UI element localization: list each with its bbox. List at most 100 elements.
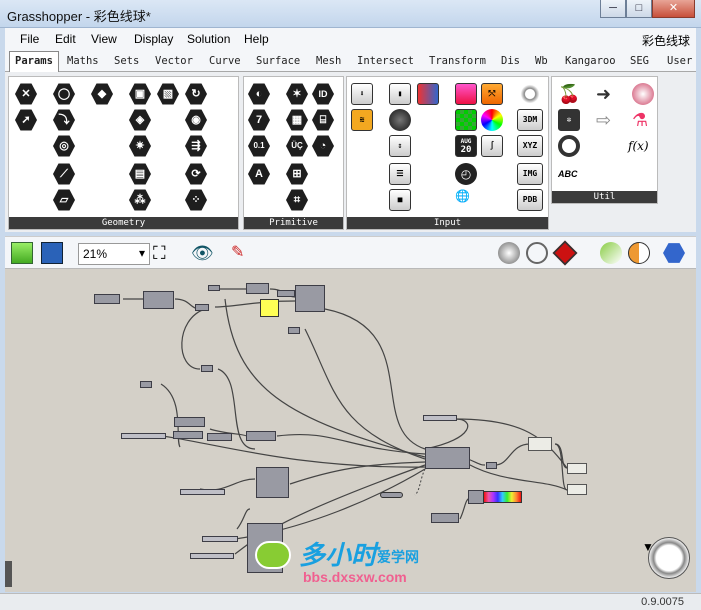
tab-curve[interactable]: Curve (209, 55, 241, 67)
value-list-icon[interactable]: ☰ (389, 163, 411, 185)
cycle-param-icon[interactable]: ⟳ (185, 163, 207, 185)
boolean-param-icon[interactable]: ◐ (248, 83, 270, 105)
tab-params[interactable]: Params (9, 51, 59, 73)
canvas-node[interactable] (246, 431, 276, 441)
mesh-point-param-icon[interactable]: ⁘ (185, 189, 207, 211)
matrix-param-icon[interactable]: ÜÇ (286, 135, 308, 157)
import-image-icon[interactable]: IMG (517, 163, 543, 185)
menu-display[interactable]: Display (134, 32, 173, 46)
pin-icon[interactable]: ▼ (642, 540, 654, 554)
tab-maths[interactable]: Maths (67, 55, 99, 67)
eye-icon[interactable]: 👁 (191, 242, 214, 264)
swatch-wheel-icon[interactable] (481, 109, 503, 131)
colour-wheel-icon[interactable]: 🌐 (455, 189, 477, 211)
geometry-param-icon[interactable]: ▤ (129, 163, 151, 185)
menu-edit[interactable]: Edit (55, 32, 76, 46)
time-param-icon[interactable]: ⌸ (312, 109, 334, 131)
import-pdb-icon[interactable]: PDB (517, 189, 543, 211)
canvas-node[interactable] (173, 431, 203, 439)
integer-param-icon[interactable]: 7 (248, 109, 270, 131)
preview-shaded-icon[interactable] (526, 242, 548, 264)
brep-param-icon[interactable]: ▣ (129, 83, 151, 105)
colour-swatch-icon[interactable] (455, 83, 477, 105)
flask-icon[interactable]: ⚗ (632, 109, 654, 131)
mesh-param-icon[interactable]: ✷ (129, 135, 151, 157)
number-param-icon[interactable]: 0.1 (248, 135, 270, 157)
graph-mapper-icon[interactable]: ≋ (351, 109, 373, 131)
tab-mesh[interactable]: Mesh (316, 55, 341, 67)
canvas-panel-node[interactable] (567, 484, 587, 495)
navigation-compass-icon[interactable] (648, 537, 690, 579)
spiral-param-icon[interactable]: ◉ (185, 109, 207, 131)
colour-picker-icon[interactable] (455, 109, 477, 131)
minimize-button[interactable]: ─ (600, 0, 626, 18)
preview-selected-icon[interactable] (552, 240, 578, 266)
button-icon[interactable] (389, 109, 411, 131)
gradient-input-icon[interactable] (417, 83, 439, 105)
canvas-node[interactable] (431, 513, 459, 523)
canvas-relay-node[interactable] (380, 492, 403, 498)
canvas-node[interactable] (195, 304, 209, 311)
line-param-icon[interactable]: ⟋ (53, 163, 75, 185)
menu-file[interactable]: File (20, 32, 39, 46)
box-param-icon[interactable]: ◆ (91, 83, 113, 105)
scrollbar-handle[interactable] (5, 561, 12, 587)
surface-param-icon[interactable]: ◈ (129, 109, 151, 131)
expression-icon[interactable]: f(x) (628, 135, 658, 157)
canvas-node[interactable] (277, 290, 295, 297)
tab-seg[interactable]: SEG (630, 55, 649, 67)
image-sampler-icon[interactable] (519, 83, 541, 105)
tab-wb[interactable]: Wb (535, 55, 548, 67)
maximize-button[interactable]: □ (626, 0, 652, 18)
relay-icon[interactable]: ➜ (596, 83, 618, 105)
colour-swatch-node[interactable] (260, 299, 279, 317)
toggle-icon[interactable]: ▮ (389, 83, 411, 105)
tab-transform[interactable]: Transform (429, 55, 486, 67)
menu-help[interactable]: Help (244, 32, 269, 46)
tab-sets[interactable]: Sets (114, 55, 139, 67)
tab-intersect[interactable]: Intersect (357, 55, 414, 67)
cherry-icon[interactable]: 🍒 (558, 83, 580, 105)
interval-param-icon[interactable]: ⊞ (286, 163, 308, 185)
colour-preview-icon[interactable] (628, 242, 650, 264)
shader-param-icon[interactable]: ⌗ (286, 189, 308, 211)
panel-input-label[interactable]: Input (347, 217, 548, 229)
canvas-node[interactable] (140, 381, 152, 388)
group-param-icon[interactable]: ⁂ (129, 189, 151, 211)
tab-kangaroo[interactable]: Kangaroo (565, 55, 616, 67)
field-param-icon[interactable]: ↻ (185, 83, 207, 105)
tab-vector[interactable]: Vector (155, 55, 193, 67)
canvas-node[interactable] (486, 462, 497, 469)
domain2-param-icon[interactable]: ▦ (286, 109, 308, 131)
canvas-slider-node[interactable] (202, 536, 238, 542)
function-graph-icon[interactable]: ∫ (481, 135, 503, 157)
galapagos-icon[interactable] (632, 83, 654, 105)
domain-param-icon[interactable]: ✶ (286, 83, 308, 105)
tab-surface[interactable]: Surface (256, 55, 300, 67)
calendar-icon[interactable]: AUG 20 (455, 135, 477, 157)
curve-param-icon[interactable]: ◎ (53, 135, 75, 157)
canvas-node[interactable] (256, 467, 289, 498)
canvas-panel-node[interactable] (528, 437, 552, 451)
canvas[interactable]: 多小时 爱学网 bbs.dxsxw.com ▼ (5, 269, 696, 592)
canvas-node[interactable] (174, 417, 205, 427)
canvas-node[interactable] (207, 433, 232, 441)
menu-solution[interactable]: Solution (187, 32, 230, 46)
canvas-slider-node[interactable] (423, 415, 457, 421)
canvas-node[interactable] (143, 291, 174, 309)
panel-geometry-label[interactable]: Geometry (9, 217, 238, 229)
slider-icon[interactable]: ⇕ (389, 135, 411, 157)
panel-input-icon[interactable]: ■ (389, 189, 411, 211)
canvas-node[interactable] (468, 490, 484, 504)
string-param-icon[interactable]: A (248, 163, 270, 185)
circle-param-icon[interactable]: ◯ (53, 83, 75, 105)
cluster-icon[interactable] (558, 135, 580, 157)
guid-param-icon[interactable]: ID (312, 83, 334, 105)
flow-param-icon[interactable]: ⇶ (185, 135, 207, 157)
canvas-panel-node[interactable] (567, 463, 587, 474)
arc-param-icon[interactable]: ⤵ (53, 109, 75, 131)
colour-param-icon[interactable]: ◔ (312, 135, 334, 157)
tab-user[interactable]: User (667, 55, 692, 67)
bezier-input-icon[interactable]: ⤲ (481, 83, 503, 105)
import-3dm-icon[interactable]: 3DM (517, 109, 543, 131)
